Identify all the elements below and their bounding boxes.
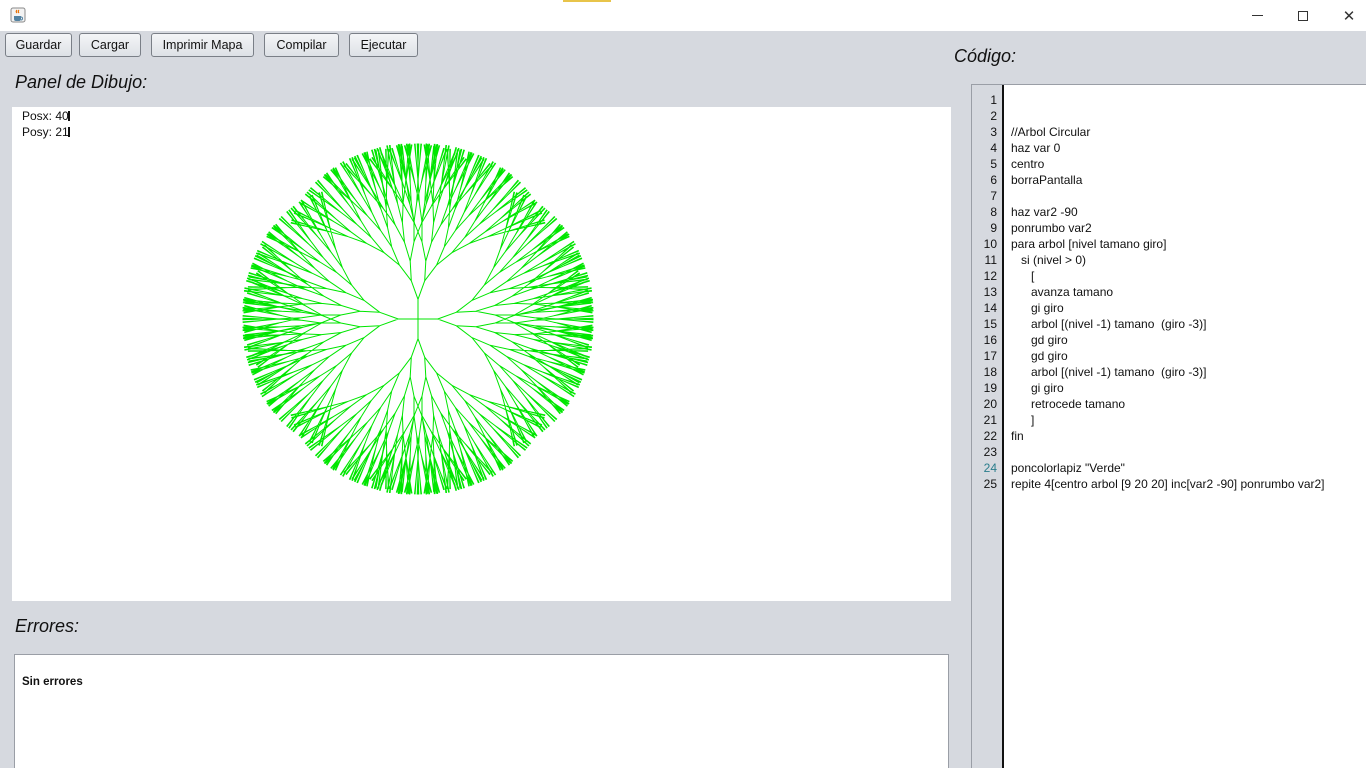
code-line: gd giro: [1011, 349, 1068, 363]
code-line: gd giro: [1011, 333, 1068, 347]
fractal-tree-path: [242, 143, 594, 495]
line-number: 14: [983, 301, 997, 315]
print-map-button[interactable]: Imprimir Mapa: [151, 33, 254, 57]
code-line: arbol [(nivel -1) tamano (giro -3)]: [1011, 317, 1207, 331]
code-line: haz var 0: [1011, 141, 1061, 155]
errors-output[interactable]: Sin errores: [14, 654, 949, 768]
turtle-drawing: [242, 143, 594, 495]
line-number: 9: [990, 221, 997, 235]
code-line: borraPantalla: [1011, 173, 1083, 187]
code-line: ]: [1011, 413, 1035, 427]
line-number: 3: [990, 125, 997, 139]
error-message: Sin errores: [22, 676, 83, 688]
line-number: 2: [990, 109, 997, 123]
code-line: repite 4[centro arbol [9 20 20] inc[var2…: [1011, 477, 1325, 491]
errors-title: Errores:: [15, 616, 80, 636]
line-number: 20: [983, 397, 997, 411]
line-number: 17: [983, 349, 997, 363]
close-button[interactable]: ✕: [1326, 0, 1366, 31]
line-number: 25: [983, 477, 997, 491]
posx-value: Posx: 40: [22, 109, 69, 123]
text-caret: [67, 111, 70, 121]
code-line: retrocede tamano: [1011, 397, 1126, 411]
taskbar-focus-indicator: [563, 0, 611, 2]
code-title: Código:: [954, 46, 1017, 66]
line-number: 13: [983, 285, 997, 299]
title-bar: ✕: [0, 0, 1366, 31]
code-line: avanza tamano: [1011, 285, 1114, 299]
line-number: 10: [983, 237, 997, 251]
posy-readout: Posy: 21: [22, 125, 70, 139]
line-number: 22: [983, 429, 997, 443]
maximize-icon: [1298, 10, 1308, 21]
code-line: gi giro: [1011, 381, 1064, 395]
save-button[interactable]: Guardar: [5, 33, 72, 57]
code-line: haz var2 -90: [1011, 205, 1078, 219]
line-number: 8: [990, 205, 997, 219]
close-icon: ✕: [1342, 6, 1356, 25]
line-number: 21: [983, 413, 997, 427]
line-number: 19: [983, 381, 997, 395]
line-number: 15: [983, 317, 997, 331]
minimize-icon: [1251, 15, 1263, 16]
code-line: para arbol [nivel tamano giro]: [1011, 237, 1167, 251]
line-number: 23: [983, 445, 997, 459]
line-number: 6: [990, 173, 997, 187]
line-number-gutter: 1 2 3 4 5 6 7 8 9 10 11 12 13 14 15 16 17 18 19 20 21 22 23 24 2…: [972, 85, 1004, 768]
line-number: 12: [983, 269, 997, 283]
compile-button[interactable]: Compilar: [264, 33, 339, 57]
code-line: fin: [1011, 429, 1024, 443]
code-line: poncolorlapiz "Verde": [1011, 461, 1125, 475]
run-button[interactable]: Ejecutar: [349, 33, 418, 57]
maximize-button[interactable]: [1280, 0, 1326, 31]
code-line: //Arbol Circular: [1011, 125, 1091, 139]
line-number: 24: [983, 461, 997, 475]
code-line: gi giro: [1011, 301, 1064, 315]
line-number: 16: [983, 333, 997, 347]
line-number: 4: [990, 141, 997, 155]
text-caret: [67, 127, 70, 137]
code-line: centro: [1011, 157, 1045, 171]
code-editor[interactable]: 1 2 3 4 5 6 7 8 9 10 11 12 13 14 15 16 17 18 19 20 21 22 23 24 2…: [971, 84, 1366, 768]
code-line: [: [1011, 269, 1035, 283]
line-number: 1: [990, 93, 997, 107]
code-line: arbol [(nivel -1) tamano (giro -3)]: [1011, 365, 1207, 379]
code-line: ponrumbo var2: [1011, 221, 1092, 235]
java-cup-icon: [10, 7, 26, 23]
line-number: 5: [990, 157, 997, 171]
posx-readout: Posx: 40: [22, 109, 70, 123]
code-line: si (nivel > 0): [1011, 253, 1087, 267]
line-number: 7: [990, 189, 997, 203]
line-number: 11: [984, 253, 997, 267]
minimize-button[interactable]: [1234, 0, 1280, 31]
load-button[interactable]: Cargar: [79, 33, 141, 57]
drawing-panel-title: Panel de Dibujo:: [15, 72, 148, 92]
drawing-canvas[interactable]: Posx: 40 Posy: 21: [12, 107, 951, 601]
line-number: 18: [983, 365, 997, 379]
posy-value: Posy: 21: [22, 125, 69, 139]
